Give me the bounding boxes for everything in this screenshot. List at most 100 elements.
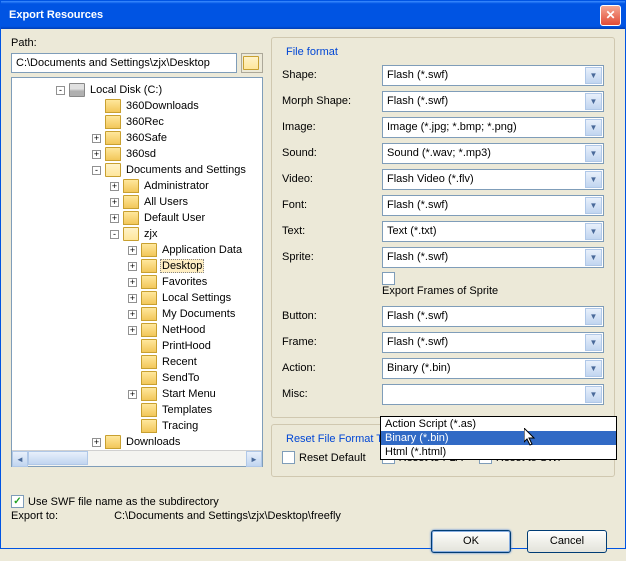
tree-item[interactable]: -Documents and Settings	[16, 162, 258, 178]
tree-item[interactable]: 360Rec	[16, 114, 258, 130]
format-select[interactable]: Flash (*.swf) ▼	[382, 247, 604, 268]
tree-label: Desktop	[160, 259, 204, 273]
reset-default-row[interactable]: Reset Default	[282, 451, 366, 464]
expander-icon[interactable]: +	[128, 390, 137, 399]
tree-item[interactable]: +NetHood	[16, 322, 258, 338]
window-title: Export Resources	[5, 9, 600, 21]
expander-icon[interactable]: -	[56, 86, 65, 95]
tree-label: Default User	[142, 212, 207, 224]
expander-icon[interactable]: +	[128, 310, 137, 319]
folder-icon	[105, 99, 121, 113]
format-select[interactable]: Binary (*.bin)▼	[382, 358, 604, 379]
folder-icon	[105, 147, 121, 161]
folder-icon	[123, 179, 139, 193]
use-swf-checkbox[interactable]: ✓	[11, 495, 24, 508]
tree-item[interactable]: Recent	[16, 354, 258, 370]
ok-button[interactable]: OK	[431, 530, 511, 553]
tree-item[interactable]: PrintHood	[16, 338, 258, 354]
export-frames-checkbox[interactable]	[382, 272, 395, 285]
scroll-thumb[interactable]	[28, 451, 88, 465]
tree-item[interactable]: + My Documents	[16, 306, 258, 322]
format-row: Sound:Sound (*.wav; *.mp3)▼	[282, 140, 604, 166]
dropdown-option[interactable]: Action Script (*.as)	[381, 417, 616, 431]
tree-label: Local Settings	[160, 292, 233, 304]
tree-item[interactable]: +Administrator	[16, 178, 258, 194]
select-value: Text (*.txt)	[387, 225, 437, 237]
folder-icon	[105, 131, 121, 145]
path-input[interactable]	[11, 53, 237, 73]
folder-tree[interactable]: -Local Disk (C:)360Downloads360Rec+360Sa…	[11, 77, 263, 467]
select-value: Flash (*.swf)	[387, 251, 448, 263]
export-frames-row[interactable]: Export Frames of Sprite	[382, 272, 498, 297]
scroll-left-button[interactable]: ◄	[12, 451, 28, 467]
tree-item-drive[interactable]: -Local Disk (C:)	[16, 82, 258, 98]
format-select[interactable]: Flash (*.swf)▼	[382, 332, 604, 353]
folder-icon	[141, 307, 157, 321]
folder-icon	[141, 275, 157, 289]
expander-icon[interactable]: +	[128, 326, 137, 335]
folder-icon	[141, 243, 157, 257]
format-select[interactable]: Flash (*.swf)▼	[382, 91, 604, 112]
tree-label: 360sd	[124, 148, 158, 160]
select-value: Flash (*.swf)	[387, 199, 448, 211]
folder-icon	[123, 211, 139, 225]
expander-icon[interactable]: +	[92, 150, 101, 159]
action-dropdown-list[interactable]: Action Script (*.as)Binary (*.bin)Html (…	[380, 416, 617, 460]
format-select[interactable]: Flash Video (*.flv)▼	[382, 169, 604, 190]
expander-icon[interactable]: +	[110, 182, 119, 191]
expander-icon[interactable]: +	[110, 198, 119, 207]
folder-icon	[141, 387, 157, 401]
tree-item[interactable]: Tracing	[16, 418, 258, 434]
cancel-button[interactable]: Cancel	[527, 530, 607, 553]
tree-item[interactable]: -zjx	[16, 226, 258, 242]
file-format-fieldset: File format Shape:Flash (*.swf)▼Morph Sh…	[271, 37, 615, 418]
expander-icon[interactable]: +	[128, 278, 137, 287]
tree-item[interactable]: + Local Settings	[16, 290, 258, 306]
reset-default-checkbox[interactable]	[282, 451, 295, 464]
tree-item[interactable]: +360Safe	[16, 130, 258, 146]
scroll-right-button[interactable]: ►	[246, 451, 262, 467]
format-select[interactable]: Text (*.txt)▼	[382, 221, 604, 242]
tree-item[interactable]: 360Downloads	[16, 98, 258, 114]
chevron-down-icon: ▼	[585, 249, 602, 266]
tree-item[interactable]: +Downloads	[16, 434, 258, 450]
format-select[interactable]: Flash (*.swf)▼	[382, 195, 604, 216]
tree-item[interactable]: + Start Menu	[16, 386, 258, 402]
format-row: Button:Flash (*.swf)▼	[282, 303, 604, 329]
tree-item[interactable]: +All Users	[16, 194, 258, 210]
tree-item[interactable]: +Application Data	[16, 242, 258, 258]
expander-icon[interactable]: +	[110, 214, 119, 223]
format-select[interactable]: Flash (*.swf)▼	[382, 65, 604, 86]
tree-item[interactable]: + Default User	[16, 210, 258, 226]
tree-item[interactable]: +Favorites	[16, 274, 258, 290]
tree-item[interactable]: +360sd	[16, 146, 258, 162]
format-select[interactable]: ▼	[382, 384, 604, 405]
format-select[interactable]: Sound (*.wav; *.mp3)▼	[382, 143, 604, 164]
format-select[interactable]: Image (*.jpg; *.bmp; *.png)▼	[382, 117, 604, 138]
horizontal-scrollbar[interactable]: ◄ ►	[12, 450, 262, 466]
tree-label: Start Menu	[160, 388, 218, 400]
format-row: Font:Flash (*.swf)▼	[282, 192, 604, 218]
dropdown-option[interactable]: Html (*.html)	[381, 445, 616, 459]
expander-icon[interactable]: -	[92, 166, 101, 175]
format-label: Video:	[282, 173, 382, 185]
tree-item[interactable]: + Desktop	[16, 258, 258, 274]
expander-icon[interactable]: -	[110, 230, 119, 239]
format-select[interactable]: Flash (*.swf)▼	[382, 306, 604, 327]
tree-item[interactable]: SendTo	[16, 370, 258, 386]
path-label: Path:	[11, 37, 263, 49]
close-button[interactable]: ✕	[600, 5, 621, 26]
expander-icon[interactable]: +	[92, 134, 101, 143]
expander-icon[interactable]: +	[92, 438, 101, 447]
expander-icon[interactable]: +	[128, 246, 137, 255]
expander-icon[interactable]: +	[128, 294, 137, 303]
format-row: Sprite:Flash (*.swf)▼	[282, 244, 604, 270]
use-swf-row[interactable]: ✓ Use SWF file name as the subdirectory	[11, 495, 615, 508]
format-label: Button:	[282, 310, 382, 322]
tree-item[interactable]: Templates	[16, 402, 258, 418]
select-value: Flash (*.swf)	[387, 310, 448, 322]
tree-label: My Documents	[160, 308, 237, 320]
dropdown-option[interactable]: Binary (*.bin)	[381, 431, 616, 445]
expander-icon[interactable]: +	[128, 262, 137, 271]
browse-folder-button[interactable]	[241, 53, 263, 73]
